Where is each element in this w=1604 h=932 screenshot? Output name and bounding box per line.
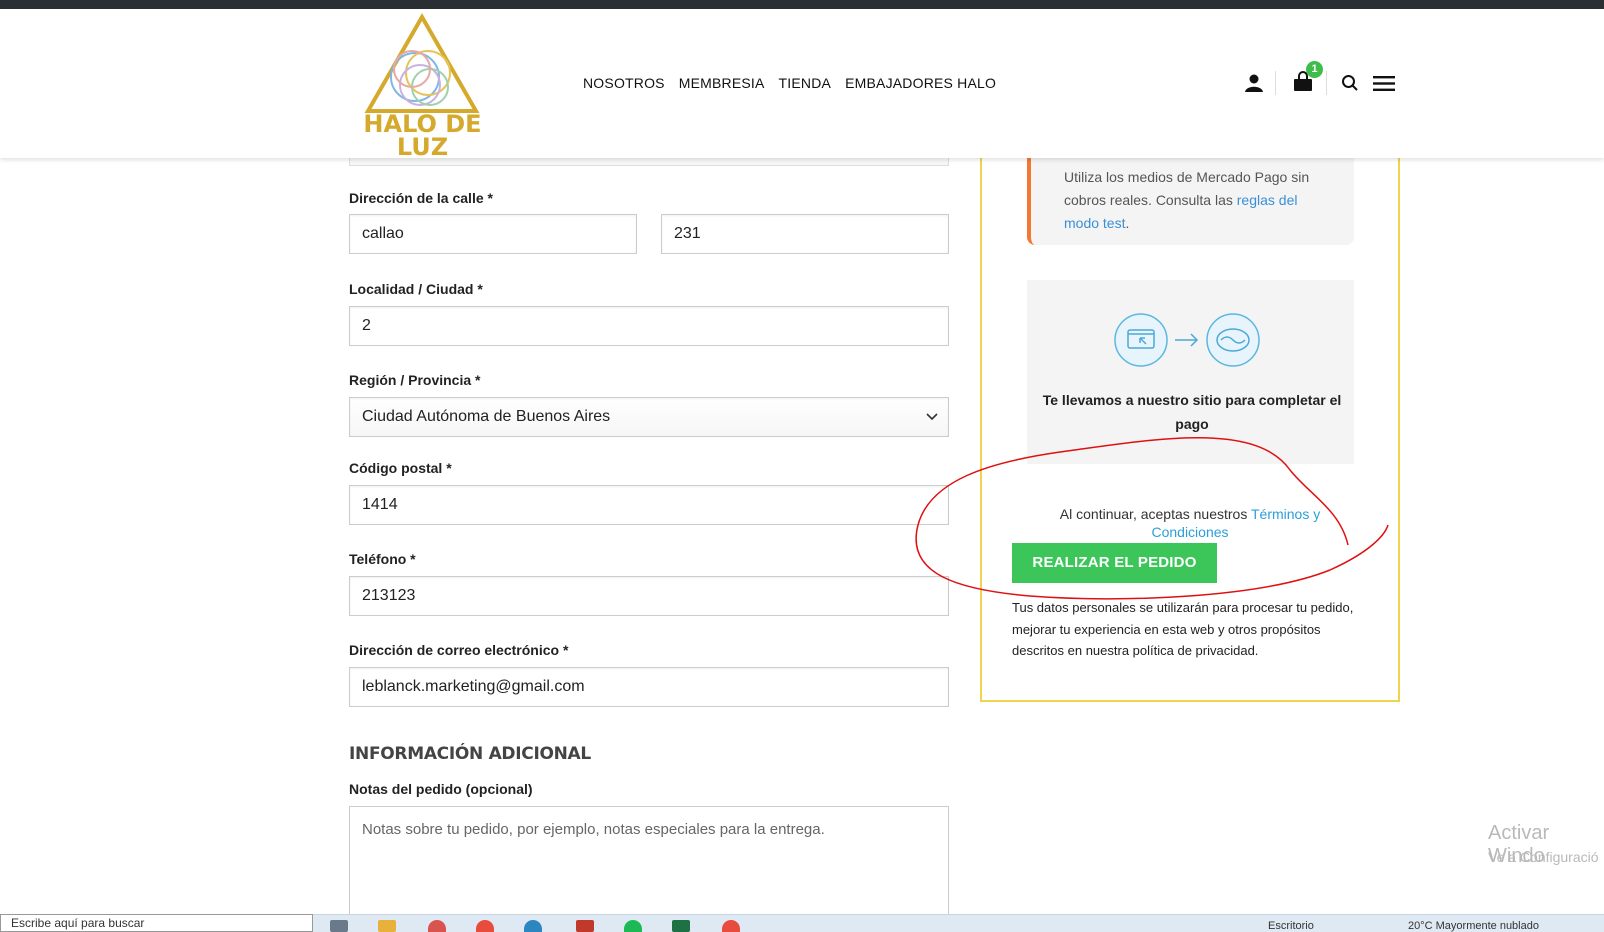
chrome-icon[interactable] <box>476 920 494 932</box>
browser-top-strip <box>0 0 1604 9</box>
additional-info-title: INFORMACIÓN ADICIONAL <box>349 744 591 764</box>
cart-count-badge: 1 <box>1306 61 1323 78</box>
logo-text-line2: LUZ <box>396 133 449 161</box>
app-icon[interactable] <box>428 920 446 932</box>
taskbar-weather[interactable]: 20°C Mayormente nublado <box>1408 920 1539 932</box>
excel-icon[interactable] <box>672 920 690 932</box>
task-view-icon[interactable] <box>330 920 348 932</box>
header-divider <box>1275 71 1276 95</box>
city-input[interactable]: 2 <box>349 306 949 346</box>
main-nav: NOSOTROS MEMBRESIA TIENDA EMBAJADORES HA… <box>583 75 996 91</box>
spotify-icon[interactable] <box>624 920 642 932</box>
terms-text: Al continuar, aceptas nuestros <box>1059 506 1251 522</box>
redirect-info-box <box>1027 280 1354 464</box>
windows-activation-subtext: Ve a Configuració <box>1488 849 1599 865</box>
logo-triangle-icon <box>364 13 480 113</box>
header-divider <box>1326 71 1327 95</box>
taskbar-desktop-label[interactable]: Escritorio <box>1268 920 1314 932</box>
street-input[interactable]: callao <box>349 214 637 254</box>
phone-label: Teléfono * <box>349 551 416 567</box>
account-icon[interactable] <box>1244 73 1264 93</box>
email-input[interactable]: leblanck.marketing@gmail.com <box>349 667 949 707</box>
test-mode-text: Utiliza los medios de Mercado Pago sin c… <box>1064 166 1314 235</box>
postcode-input[interactable]: 1414 <box>349 485 949 525</box>
city-label: Localidad / Ciudad * <box>349 281 483 297</box>
street-number-input[interactable]: 231 <box>661 214 949 254</box>
site-header: HALO DE LUZ NOSOTROS MEMBRESIA TIENDA EM… <box>0 9 1604 161</box>
file-explorer-icon[interactable] <box>378 920 396 932</box>
test-mode-period: . <box>1125 215 1130 231</box>
chrome-icon[interactable] <box>722 920 740 932</box>
redirect-illustration-icon <box>1114 313 1260 367</box>
nav-item-embajadores[interactable]: EMBAJADORES HALO <box>845 75 996 91</box>
email-label: Dirección de correo electrónico * <box>349 642 569 658</box>
postcode-label: Código postal * <box>349 460 452 476</box>
nav-item-nosotros[interactable]: NOSOTROS <box>583 75 665 91</box>
app-icon[interactable] <box>576 920 594 932</box>
nav-item-tienda[interactable]: TIENDA <box>779 75 832 91</box>
redirect-text: Te llevamos a nuestro sitio para complet… <box>1042 392 1342 432</box>
place-order-button[interactable]: REALIZAR EL PEDIDO <box>1012 543 1217 583</box>
menu-icon[interactable] <box>1373 75 1395 92</box>
phone-input[interactable]: 213123 <box>349 576 949 616</box>
privacy-notice: Tus datos personales se utilizarán para … <box>1012 600 1354 658</box>
taskbar-search-input[interactable]: Escribe aquí para buscar <box>0 914 313 932</box>
chevron-down-icon <box>926 413 938 421</box>
region-select-value: Ciudad Autónoma de Buenos Aires <box>362 408 611 425</box>
street-label: Dirección de la calle * <box>349 190 493 206</box>
order-notes-textarea[interactable]: Notas sobre tu pedido, por ejemplo, nota… <box>349 806 949 926</box>
region-select[interactable]: Ciudad Autónoma de Buenos Aires <box>349 397 949 437</box>
edge-icon[interactable] <box>524 920 542 932</box>
site-logo[interactable]: HALO DE LUZ <box>360 13 485 161</box>
search-icon[interactable] <box>1341 74 1359 92</box>
nav-item-membresia[interactable]: MEMBRESIA <box>679 75 765 91</box>
region-label: Región / Provincia * <box>349 372 481 388</box>
notes-label: Notas del pedido (opcional) <box>349 781 533 797</box>
terms-notice: Al continuar, aceptas nuestros Términos … <box>1040 505 1340 541</box>
